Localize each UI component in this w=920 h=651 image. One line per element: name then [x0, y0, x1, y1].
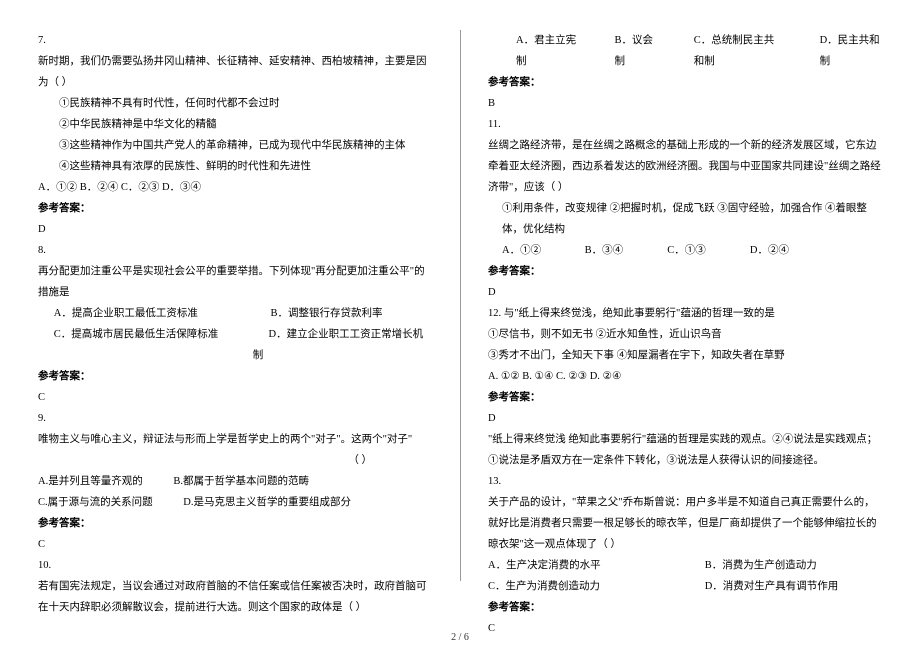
q10-options: A．君主立宪制 B．议会制 C．总统制民主共和制 D．民主共和制 [488, 30, 882, 72]
q11-optC: C．①③ [667, 240, 747, 261]
q8-answer-label: 参考答案： [38, 371, 91, 382]
q13-optB: B．消费为生产创造动力 [705, 555, 817, 576]
q8-options-row2: C．提高城市居民最低生活保障标准 D．建立企业职工工资正常增长机制 [38, 324, 432, 366]
q12-sub34: ③秀才不出门，全知天下事 ④知屋漏者在宇下，知政失者在草野 [488, 345, 882, 366]
q13-options-row1: A．生产决定消费的水平 B．消费为生产创造动力 [488, 555, 882, 576]
q8-optC: C．提高城市居民最低生活保障标准 [38, 324, 253, 366]
q10-optA: A．君主立宪制 [516, 30, 578, 72]
q11-optD: D．②④ [750, 240, 830, 261]
q10-optB: B．议会制 [614, 30, 657, 72]
column-divider [460, 30, 461, 581]
q12-options: A. ①② B. ①④ C. ②③ D. ②④ [488, 366, 882, 387]
q12-answer-label: 参考答案： [488, 392, 541, 403]
q9-number: 9. [38, 408, 432, 429]
q12-explanation: "纸上得来终觉浅 绝知此事要躬行"蕴涵的哲理是实践的观点。②④说法是实践观点；①… [488, 429, 882, 471]
q8-optD: D．建立企业职工工资正常增长机制 [253, 324, 432, 366]
right-column: A．君主立宪制 B．议会制 C．总统制民主共和制 D．民主共和制 参考答案： B… [460, 30, 920, 591]
q10-answer: B [488, 93, 882, 114]
q13-optC: C．生产为消费创造动力 [488, 576, 705, 597]
q9-answer: C [38, 534, 432, 555]
q10-number: 10. [38, 555, 432, 576]
q9-options-row1: A.是并列且等量齐观的 B.都属于哲学基本问题的范畴 [38, 471, 432, 492]
q11-optB: B．③④ [585, 240, 665, 261]
q8-optA: A．提高企业职工最低工资标准 [38, 303, 255, 324]
q11-optA: A．①② [502, 240, 582, 261]
q7-sub4: ④这些精神具有浓厚的民族性、鲜明的时代性和先进性 [38, 156, 432, 177]
q8-answer: C [38, 387, 432, 408]
q10-answer-label: 参考答案： [488, 77, 541, 88]
q8-number: 8. [38, 240, 432, 261]
q9-answer-label: 参考答案： [38, 518, 91, 529]
q13-options-row2: C．生产为消费创造动力 D．消费对生产具有调节作用 [488, 576, 882, 597]
q9-blank: （ ） [38, 450, 432, 471]
q9-stem: 唯物主义与唯心主义，辩证法与形而上学是哲学史上的两个"对子"。这两个"对子" [38, 429, 432, 450]
q13-number: 13. [488, 471, 882, 492]
q11-answer-label: 参考答案： [488, 266, 541, 277]
q11-options: A．①② B．③④ C．①③ D．②④ [488, 240, 882, 261]
q9-optC: C.属于源与流的关系问题 [38, 492, 153, 513]
q13-optA: A．生产决定消费的水平 [488, 555, 705, 576]
q7-answer: D [38, 219, 432, 240]
left-column: 7. 新时期，我们仍需要弘扬井冈山精神、长征精神、延安精神、西柏坡精神，主要是因… [0, 30, 460, 591]
q13-stem: 关于产品的设计，"苹果之父"乔布斯曾说：用户多半是不知道自己真正需要什么的，就好… [488, 492, 882, 555]
q12-stem: 12. 与"纸上得来终觉浅，绝知此事要躬行"蕴涵的哲理一致的是 [488, 303, 882, 324]
q7-answer-label: 参考答案： [38, 203, 91, 214]
q11-answer: D [488, 282, 882, 303]
q9-optB: B.都属于哲学基本问题的范畴 [173, 471, 309, 492]
q7-number: 7. [38, 30, 432, 51]
q8-optB: B．调整银行存贷款利率 [255, 303, 383, 324]
q13-answer-label: 参考答案： [488, 602, 541, 613]
q13-optD: D．消费对生产具有调节作用 [705, 576, 839, 597]
q10-optD: D．民主共和制 [820, 30, 882, 72]
q11-number: 11. [488, 114, 882, 135]
q9-optD: D.是马克思主义哲学的重要组成部分 [183, 492, 351, 513]
page-footer: 2 / 6 [0, 632, 920, 643]
q7-options: A．①② B．②④ C．②③ D．③④ [38, 177, 432, 198]
q7-sub1: ①民族精神不具有时代性，任何时代都不会过时 [38, 93, 432, 114]
q9-options-row2: C.属于源与流的关系问题 D.是马克思主义哲学的重要组成部分 [38, 492, 432, 513]
q12-answer: D [488, 408, 882, 429]
q11-stem: 丝绸之路经济带，是在丝绸之路概念的基础上形成的一个新的经济发展区域，它东边牵着亚… [488, 135, 882, 198]
q10-stem: 若有国宪法规定，当议会通过对政府首脑的不信任案或信任案被否决时，政府首脑可在十天… [38, 576, 432, 618]
q11-subs: ①利用条件，改变规律 ②把握时机，促成飞跃 ③固守经验，加强合作 ④着眼整体，优… [488, 198, 882, 240]
q12-sub12: ①尽信书，则不如无书 ②近水知鱼性，近山识鸟音 [488, 324, 882, 345]
page-container: 7. 新时期，我们仍需要弘扬井冈山精神、长征精神、延安精神、西柏坡精神，主要是因… [0, 30, 920, 591]
q7-sub2: ②中华民族精神是中华文化的精髓 [38, 114, 432, 135]
q8-options-row1: A．提高企业职工最低工资标准 B．调整银行存贷款利率 [38, 303, 432, 324]
q9-optA: A.是并列且等量齐观的 [38, 471, 143, 492]
q8-stem: 再分配更加注重公平是实现社会公平的重要举措。下列体现"再分配更加注重公平"的措施… [38, 261, 432, 303]
q7-sub3: ③这些精神作为中国共产党人的革命精神，已成为现代中华民族精神的主体 [38, 135, 432, 156]
q7-stem: 新时期，我们仍需要弘扬井冈山精神、长征精神、延安精神、西柏坡精神，主要是因为（ … [38, 51, 432, 93]
q10-optC: C．总统制民主共和制 [694, 30, 784, 72]
